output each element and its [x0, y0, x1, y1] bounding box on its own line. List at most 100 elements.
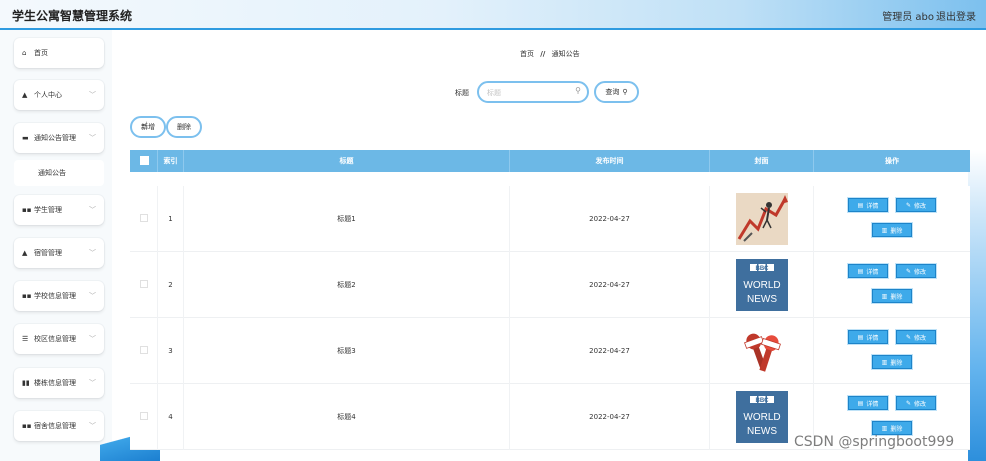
delete-button[interactable]: ▥ 删除 — [872, 223, 912, 237]
actions-cell: ▤ 详情 ✎ 修改 ▥ 删除 — [814, 186, 970, 252]
chevron-down-icon: ﹀ — [89, 335, 96, 343]
edit-button[interactable]: ✎ 修改 — [896, 264, 936, 278]
bbc-line2-text: NEWS — [747, 294, 777, 305]
date-cell: 2022-04-27 — [510, 384, 710, 450]
delete-button[interactable]: ▥ 删除 — [872, 421, 912, 435]
document-icon: ▤ — [857, 333, 864, 341]
edit-button[interactable]: ✎ 修改 — [896, 396, 936, 410]
sidebar-item-building-info[interactable]: ▮▮ 楼栋信息管理 ﹀ — [14, 368, 104, 398]
title-cell: 标题1 — [184, 186, 510, 252]
breadcrumb-current: 通知公告 — [551, 50, 580, 58]
sidebar-item-personal-center[interactable]: ▲ 个人中心 ﹀ — [14, 80, 104, 110]
bbc-world-news-image[interactable]: BBC WORLD NEWS — [736, 391, 788, 443]
grid-icon: ▪▪ — [22, 206, 32, 214]
bbc-world-news-image[interactable]: BBC WORLD NEWS — [736, 259, 788, 311]
column-header-actions: 操作 — [885, 157, 899, 165]
row-checkbox[interactable] — [140, 346, 148, 354]
sidebar-subitem-notice[interactable]: 通知公告 — [14, 160, 104, 186]
search-input[interactable] — [487, 86, 572, 100]
bbc-line1-text: WORLD — [743, 280, 780, 291]
query-button[interactable]: 查询 ⚲ — [594, 81, 639, 103]
bbc-line1-text: WORLD — [743, 412, 780, 423]
microphones-image[interactable] — [736, 325, 788, 377]
chevron-down-icon: ﹀ — [89, 134, 96, 142]
sidebar-item-home[interactable]: ⌂ 首页 — [14, 38, 104, 68]
bbc-logo-text: BBC — [756, 398, 770, 404]
chevron-down-icon: ﹀ — [89, 249, 96, 257]
user-icon: ▲ — [22, 91, 28, 99]
detail-button[interactable]: ▤ 详情 — [848, 396, 888, 410]
detail-button[interactable]: ▤ 详情 — [848, 264, 888, 278]
search-icon: ⚲ — [622, 88, 628, 96]
date-cell: 2022-04-27 — [510, 252, 710, 318]
watermark: CSDN @springboot999 — [794, 434, 955, 450]
document-icon: ▤ — [857, 201, 864, 209]
search-label: 标题 — [455, 89, 469, 97]
cover-cell: BBC WORLD NEWS — [710, 252, 814, 318]
sidebar-item-label: 楼栋信息管理 — [34, 379, 76, 387]
detail-button[interactable]: ▤ 详情 — [848, 330, 888, 344]
sidebar-item-school-info[interactable]: ▪▪ 学校信息管理 ﹀ — [14, 281, 104, 311]
sidebar-item-dorm-manager[interactable]: ▲ 宿管管理 ﹀ — [14, 238, 104, 268]
date-cell: 2022-04-27 — [510, 318, 710, 384]
sidebar-subitem-label: 通知公告 — [38, 169, 66, 177]
sidebar-item-label: 宿舍信息管理 — [34, 422, 76, 430]
actions-cell: ▤ 详情 ✎ 修改 ▥ 删除 — [814, 252, 970, 318]
logout-link[interactable]: 退出登录 — [936, 8, 976, 23]
column-header-date: 发布时间 — [510, 150, 710, 172]
cover-cell — [710, 318, 814, 384]
top-header: 学生公寓智慧管理系统 管理员 abo 退出登录 — [0, 0, 986, 30]
edit-icon: ✎ — [905, 267, 911, 275]
chevron-down-icon: ﹀ — [89, 422, 96, 430]
column-header-cover: 封面 — [710, 150, 814, 172]
edit-icon: ✎ — [905, 399, 911, 407]
breadcrumb: 首页 // 通知公告 — [520, 49, 580, 59]
index-cell: 4 — [158, 384, 184, 450]
row-checkbox[interactable] — [140, 214, 148, 222]
sidebar-item-notice-management[interactable]: ▬ 通知公告管理 ﹀ — [14, 123, 104, 153]
delete-button[interactable]: ▥ 删除 — [872, 289, 912, 303]
sidebar-item-campus-info[interactable]: ☰ 校区信息管理 ﹀ — [14, 324, 104, 354]
select-cell — [130, 186, 158, 252]
search-icon: ⚲ — [575, 86, 581, 95]
sidebar: ⌂ 首页 ▲ 个人中心 ﹀ ▬ 通知公告管理 ﹀ 通知公告 ▪▪ 学生管理 ﹀ … — [0, 30, 112, 461]
title-cell: 标题3 — [184, 318, 510, 384]
cover-cell — [710, 186, 814, 252]
sidebar-item-student-management[interactable]: ▪▪ 学生管理 ﹀ — [14, 195, 104, 225]
sidebar-item-label: 首页 — [34, 49, 48, 57]
actions-cell: ▤ 详情 ✎ 修改 ▥ 删除 — [814, 318, 970, 384]
column-header-title: 标题 — [184, 150, 510, 172]
header-select-cell — [130, 150, 158, 172]
sidebar-item-label: 个人中心 — [34, 91, 62, 99]
row-checkbox[interactable] — [140, 280, 148, 288]
trash-icon: ▥ — [881, 226, 888, 234]
grid-icon: ▪▪ — [22, 292, 32, 300]
chevron-down-icon: ﹀ — [89, 91, 96, 99]
query-button-label: 查询 — [605, 88, 620, 96]
admin-name: 管理员 abo — [882, 12, 934, 23]
sidebar-item-label: 学生管理 — [34, 206, 62, 214]
search-box: ⚲ — [477, 81, 589, 103]
edit-button[interactable]: ✎ 修改 — [896, 198, 936, 212]
chart-icon: ▮▮ — [22, 379, 30, 387]
chevron-down-icon: ﹀ — [89, 206, 96, 214]
sidebar-item-label: 通知公告管理 — [34, 134, 76, 142]
delete-button[interactable]: ▥ 删除 — [872, 355, 912, 369]
document-icon: ▤ — [857, 399, 864, 407]
select-cell — [130, 384, 158, 450]
edit-button[interactable]: ✎ 修改 — [896, 330, 936, 344]
edit-icon: ✎ — [905, 201, 911, 209]
sidebar-item-dorm-info[interactable]: ▪▪ 宿舍信息管理 ﹀ — [14, 411, 104, 441]
select-all-checkbox[interactable] — [140, 156, 149, 165]
batch-delete-button-label: 删除 — [177, 123, 191, 131]
trash-icon: ▥ — [881, 424, 888, 432]
app-title: 学生公寓智慧管理系统 — [12, 9, 133, 23]
grid-icon: ▪▪ — [22, 422, 32, 430]
breadcrumb-home[interactable]: 首页 — [520, 50, 534, 58]
row-checkbox[interactable] — [140, 412, 148, 420]
batch-delete-button[interactable]: 删除 — [166, 116, 202, 138]
detail-button[interactable]: ▤ 详情 — [848, 198, 888, 212]
stock-chart-image[interactable] — [736, 193, 788, 245]
bbc-logo-text: BBC — [756, 266, 770, 272]
sliders-icon: ☰ — [22, 335, 29, 343]
